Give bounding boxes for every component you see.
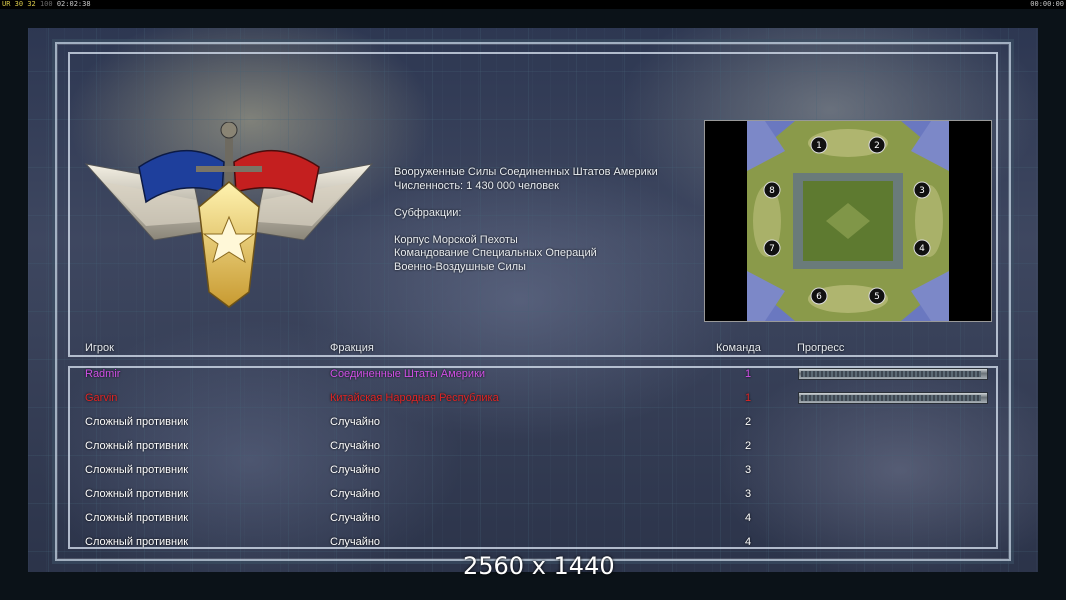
map-preview: 1 2 3 4 5 6 7 8 [704, 120, 992, 322]
faction-strength-line: Численность: 1 430 000 человек [394, 179, 559, 192]
start-slot-1-label: 1 [816, 141, 822, 151]
player-name: Garvin [85, 392, 118, 404]
hud-left-time: 02:02:38 [56, 0, 91, 8]
faction-spacer-line [394, 193, 694, 207]
faction-description: Вооруженные Силы Соединенных Штатов Амер… [394, 166, 694, 274]
player-team: 4 [745, 536, 752, 548]
player-team: 3 [745, 488, 752, 500]
column-header-faction: Фракция [330, 342, 374, 354]
column-header-player: Игрок [85, 342, 114, 354]
player-team: 1 [745, 368, 752, 380]
player-row: Garvin Китайская Народная Республика 1 [70, 391, 996, 415]
load-progress-fill [801, 395, 981, 401]
player-team: 1 [745, 392, 752, 404]
load-progress-bar [798, 368, 988, 380]
start-slot-4-label: 4 [919, 244, 925, 254]
faction-spacer-line [394, 220, 694, 234]
player-name: Сложный противник [85, 536, 189, 548]
player-faction: Случайно [330, 416, 381, 428]
resolution-watermark: 2560 x 1440 [463, 552, 615, 580]
start-slot-8-label: 8 [769, 186, 775, 196]
player-faction: Случайно [330, 488, 381, 500]
map-minimap: 1 2 3 4 5 6 7 8 [747, 121, 949, 321]
player-team: 4 [745, 512, 752, 524]
hud-value-b: 32 [27, 0, 36, 8]
column-header-team: Команда [716, 342, 761, 354]
subfaction-item: Командование Специальных Операций [394, 247, 597, 259]
hud-status-bar: UR 30 32 100 02:02:38 00:00:00 [0, 0, 1066, 9]
player-row: Сложный противник Случайно 3 [70, 487, 996, 511]
player-row: Сложный противник Случайно 2 [70, 439, 996, 463]
subfactions-heading: Субфракции: [394, 206, 462, 219]
start-slot-7-label: 7 [769, 244, 775, 254]
hud-prefix: UR [2, 0, 11, 8]
start-slot-2-label: 2 [874, 141, 880, 151]
player-name: Сложный противник [85, 464, 189, 476]
player-faction: Случайно [330, 440, 381, 452]
player-name: Сложный противник [85, 416, 189, 428]
hud-value-c: 100 [39, 0, 53, 8]
player-faction: Соединенные Штаты Америки [330, 368, 486, 380]
load-progress-bar [798, 392, 988, 404]
column-header-progress: Прогресс [797, 342, 845, 354]
player-name: Сложный противник [85, 512, 189, 524]
player-name: Сложный противник [85, 488, 189, 500]
player-faction: Случайно [330, 464, 381, 476]
player-row: Сложный противник Случайно 3 [70, 463, 996, 487]
player-name: Сложный противник [85, 440, 189, 452]
player-team: 3 [745, 464, 752, 476]
load-progress-fill [801, 371, 981, 377]
start-slot-6-label: 6 [816, 292, 822, 302]
subfaction-item: Военно-Воздушные Силы [394, 260, 526, 273]
start-slot-5-label: 5 [874, 292, 880, 302]
player-faction: Случайно [330, 512, 381, 524]
player-row: Сложный противник Случайно 2 [70, 415, 996, 439]
player-team: 2 [745, 416, 752, 428]
hud-left-readout: UR 30 32 100 02:02:38 [2, 0, 91, 9]
hud-value-a: 30 [14, 0, 24, 8]
player-faction: Китайская Народная Республика [330, 392, 499, 404]
player-faction: Случайно [330, 536, 381, 548]
player-team: 2 [745, 440, 752, 452]
player-row: Сложный противник Случайно 4 [70, 511, 996, 535]
subfaction-item: Корпус Морской Пехоты [394, 233, 518, 246]
faction-name-line: Вооруженные Силы Соединенных Штатов Амер… [394, 166, 658, 178]
usa-faction-emblem-icon [84, 122, 374, 308]
player-name: Radmir [85, 368, 121, 380]
hud-right-time: 00:00:00 [1030, 0, 1064, 8]
start-slot-3-label: 3 [919, 186, 925, 196]
player-row: Radmir Соединенные Штаты Америки 1 [70, 367, 996, 391]
